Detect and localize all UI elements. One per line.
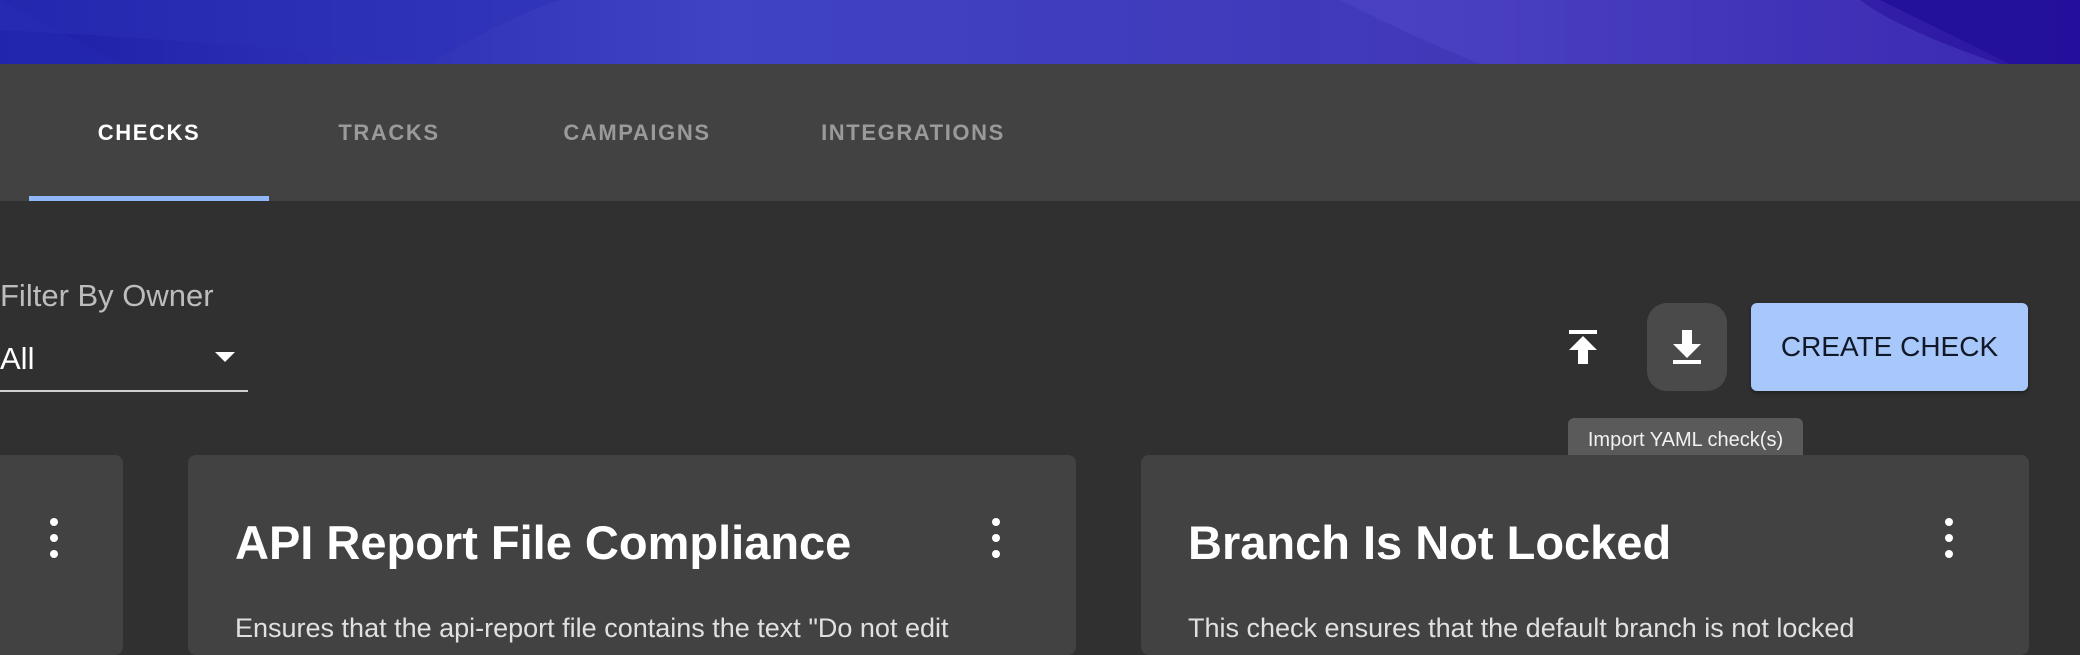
card-description: This check ensures that the default bran…	[1188, 613, 1855, 643]
card-description: Ensures that the api-report file contain…	[235, 613, 949, 643]
owner-filter-select[interactable]: All	[0, 332, 248, 392]
card-title: API Report File Compliance	[235, 516, 852, 569]
more-options-icon[interactable]	[39, 515, 69, 567]
header-banner	[0, 0, 2080, 64]
check-card[interactable]	[0, 455, 123, 655]
tab-integrations[interactable]: INTEGRATIONS	[802, 64, 1024, 201]
dropdown-arrow-icon	[215, 352, 235, 362]
owner-filter-value: All	[0, 341, 35, 376]
import-button[interactable]	[1647, 303, 1727, 391]
tab-bar: CHECKS TRACKS CAMPAIGNS INTEGRATIONS	[0, 64, 2080, 201]
export-button[interactable]	[1543, 303, 1623, 391]
filter-by-owner-label: Filter By Owner	[0, 278, 214, 313]
more-options-icon[interactable]	[1934, 515, 1964, 567]
upload-icon	[1569, 330, 1597, 364]
download-icon	[1673, 330, 1701, 364]
check-card[interactable]: Branch Is Not Locked This check ensures …	[1141, 455, 2029, 655]
tab-checks[interactable]: CHECKS	[29, 64, 269, 201]
tab-tracks[interactable]: TRACKS	[290, 64, 488, 201]
more-options-icon[interactable]	[981, 515, 1011, 567]
check-card[interactable]: API Report File Compliance Ensures that …	[188, 455, 1076, 655]
card-title: Branch Is Not Locked	[1188, 516, 1672, 569]
tab-campaigns[interactable]: CAMPAIGNS	[536, 64, 738, 201]
active-tab-indicator	[29, 196, 269, 201]
create-check-button[interactable]: CREATE CHECK	[1751, 303, 2028, 391]
